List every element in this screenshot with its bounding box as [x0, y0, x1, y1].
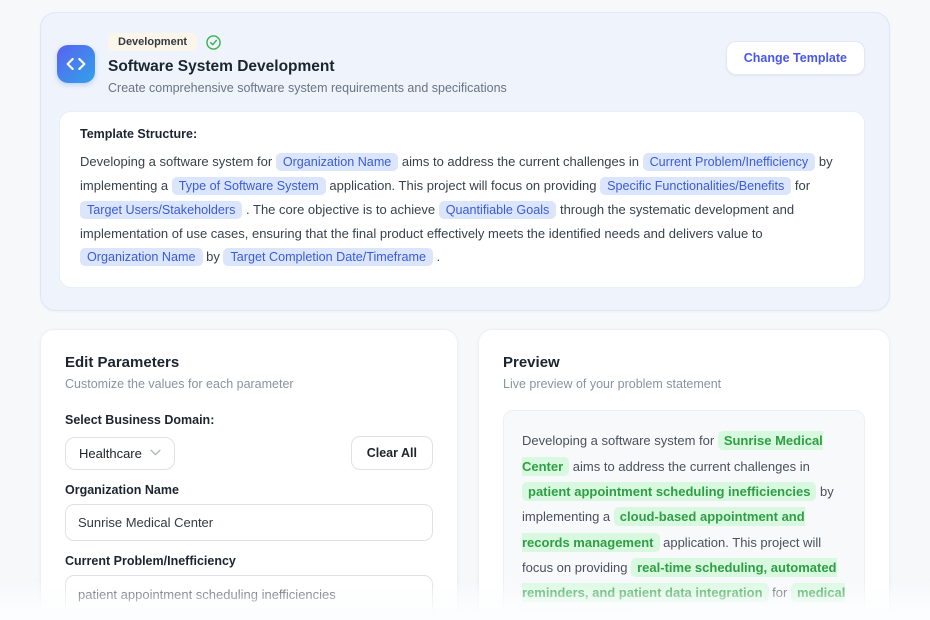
- preview-panel: Preview Live preview of your problem sta…: [478, 329, 890, 620]
- category-badge: Development: [108, 33, 197, 51]
- parameter-input-current-problem-inefficiency[interactable]: [65, 575, 433, 620]
- template-placeholder-chip: Type of Software System: [172, 177, 326, 195]
- preview-value-highlight: Sunrise Medical Center: [522, 431, 823, 475]
- template-placeholder-chip: Target Users/Stakeholders: [80, 201, 242, 219]
- template-placeholder-chip: Specific Functionalities/Benefits: [600, 177, 791, 195]
- template-structure-text: Developing a software system for Organiz…: [80, 150, 844, 269]
- chevron-down-icon: [150, 448, 161, 459]
- template-subtitle: Create comprehensive software system req…: [108, 81, 726, 95]
- change-template-button[interactable]: Change Template: [726, 41, 865, 75]
- preview-subtitle: Live preview of your problem statement: [503, 377, 865, 391]
- preview-value-highlight: real-time scheduling, automated reminder…: [522, 558, 837, 602]
- business-domain-label: Select Business Domain:: [65, 413, 433, 427]
- template-structure-label: Template Structure:: [80, 127, 844, 141]
- fields: Organization Name Current Problem/Ineffic…: [65, 483, 433, 620]
- parameter-field: Current Problem/Inefficiency: [65, 554, 433, 620]
- preview-text: Developing a software system for Sunrise…: [503, 410, 865, 620]
- template-card-header: Development Software System Development …: [57, 33, 865, 95]
- business-domain-select[interactable]: Healthcare: [65, 437, 175, 470]
- template-structure-card: Template Structure: Developing a softwar…: [59, 111, 865, 288]
- edit-parameters-panel: Edit Parameters Customize the values for…: [40, 329, 458, 620]
- bottom-row: Edit Parameters Customize the values for…: [40, 329, 890, 620]
- preview-title: Preview: [503, 354, 865, 371]
- template-placeholder-chip: Quantifiable Goals: [439, 201, 557, 219]
- template-card-heading: Development Software System Development …: [108, 33, 726, 95]
- parameter-input-organization-name[interactable]: [65, 504, 433, 541]
- check-circle-icon: [206, 35, 221, 50]
- parameter-field: Organization Name: [65, 483, 433, 541]
- clear-all-button[interactable]: Clear All: [351, 436, 433, 470]
- code-brackets-icon: [57, 45, 95, 83]
- page: Development Software System Development …: [0, 0, 930, 620]
- parameter-field-label: Organization Name: [65, 483, 433, 497]
- edit-parameters-subtitle: Customize the values for each parameter: [65, 377, 433, 391]
- template-placeholder-chip: Organization Name: [276, 153, 399, 171]
- template-placeholder-chip: Current Problem/Inefficiency: [643, 153, 816, 171]
- domain-row: Healthcare Clear All: [65, 436, 433, 470]
- preview-value-highlight: cloud-based appointment and records mana…: [522, 507, 805, 551]
- edit-parameters-title: Edit Parameters: [65, 354, 433, 371]
- template-card: Development Software System Development …: [40, 12, 890, 311]
- preview-value-highlight: patient appointment scheduling inefficie…: [522, 482, 816, 501]
- template-title: Software System Development: [108, 58, 726, 76]
- template-placeholder-chip: Organization Name: [80, 248, 203, 266]
- business-domain-value: Healthcare: [79, 446, 142, 461]
- parameter-field-label: Current Problem/Inefficiency: [65, 554, 433, 568]
- template-placeholder-chip: Target Completion Date/Timeframe: [223, 248, 433, 266]
